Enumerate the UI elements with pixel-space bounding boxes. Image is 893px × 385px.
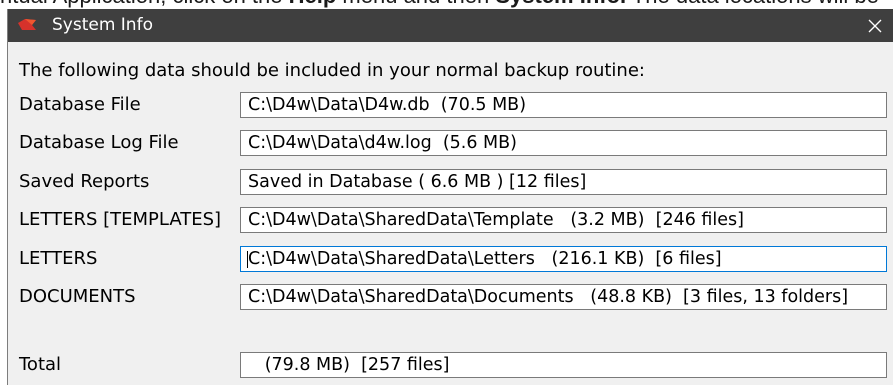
instruction-text-tail: The data locations will be	[626, 0, 879, 8]
database-log-file-label: Database Log File	[19, 132, 179, 153]
database-file-field[interactable]: C:\D4w\Data\D4w.db (70.5 MB)	[240, 92, 887, 118]
help-menu-reference: Help	[289, 0, 337, 8]
instruction-text: ntual Application, click on the Help men…	[0, 0, 893, 8]
instruction-text-middle: menu and then	[336, 0, 495, 8]
total-field[interactable]: (79.8 MB) [257 files]	[240, 352, 887, 378]
instruction-text-lead: ntual Application, click on the	[0, 0, 289, 8]
database-file-label: Database File	[19, 94, 141, 115]
window-title: System Info	[52, 15, 153, 35]
letters-templates-field[interactable]: C:\D4w\Data\SharedData\Template (3.2 MB)…	[240, 207, 887, 233]
saved-reports-label: Saved Reports	[19, 171, 150, 192]
d4w-logo-icon	[17, 18, 37, 32]
screenshot-canvas: ntual Application, click on the Help men…	[0, 0, 893, 385]
documents-label: DOCUMENTS	[19, 286, 136, 307]
documents-field[interactable]: C:\D4w\Data\SharedData\Documents (48.8 K…	[240, 284, 887, 310]
close-icon	[868, 19, 882, 32]
total-label: Total	[19, 354, 62, 375]
letters-field[interactable]: C:\D4w\Data\SharedData\Letters (216.1 KB…	[240, 246, 887, 272]
letters-templates-label: LETTERS [TEMPLATES]	[19, 209, 222, 230]
system-info-dialog: System Info The following data should be…	[8, 9, 893, 385]
saved-reports-field[interactable]: Saved in Database ( 6.6 MB ) [12 files]	[240, 169, 887, 195]
title-bar[interactable]: System Info	[8, 9, 893, 42]
system-info-reference: System Info.	[495, 0, 626, 8]
dialog-body: The following data should be included in…	[8, 42, 893, 385]
close-button[interactable]	[857, 9, 893, 42]
database-log-file-field[interactable]: C:\D4w\Data\d4w.log (5.6 MB)	[240, 130, 887, 156]
backup-instructions: The following data should be included in…	[19, 60, 645, 81]
letters-label: LETTERS	[19, 248, 98, 269]
text-caret	[247, 251, 248, 268]
letters-field-text: C:\D4w\Data\SharedData\Letters (216.1 KB…	[248, 249, 722, 269]
